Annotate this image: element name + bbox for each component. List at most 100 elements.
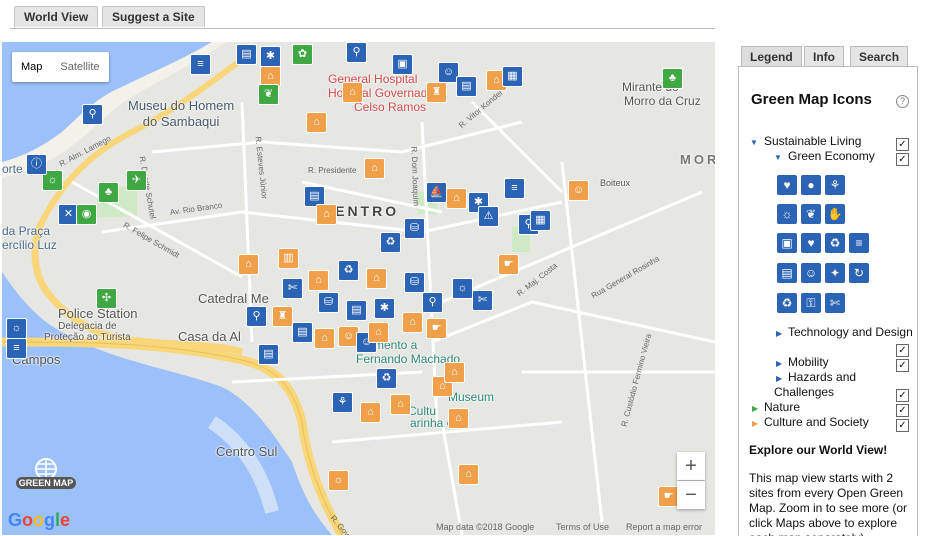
legend-item-nature[interactable]: Nature <box>764 400 800 415</box>
person-icon[interactable]: ☺ <box>801 263 821 283</box>
marker-shop-3-icon[interactable]: ⛁ <box>318 292 339 313</box>
marker-walk-icon[interactable]: ✱ <box>260 46 281 67</box>
legend-item-green-economy[interactable]: Green Economy <box>788 149 875 164</box>
checkbox-hazards[interactable]: ✓ <box>896 389 909 402</box>
collapsed-arrow-icon[interactable]: ▶ <box>752 419 758 428</box>
report-map-error-link[interactable]: Report a map error <box>626 522 702 532</box>
marker-hand-2-icon[interactable]: ☛ <box>426 318 447 339</box>
tab-info[interactable]: Info <box>804 46 844 67</box>
marker-statue-2-icon[interactable]: ♜ <box>272 306 293 327</box>
collapsed-arrow-icon[interactable]: ▶ <box>752 404 758 413</box>
tab-suggest-site[interactable]: Suggest a Site <box>102 6 205 27</box>
marker-windmill-icon[interactable]: ✣ <box>96 288 117 309</box>
legend-item-sustainable-living[interactable]: Sustainable Living <box>764 134 861 149</box>
map-type-satellite-button[interactable]: Satellite <box>51 52 108 82</box>
marker-culture-icon[interactable]: ⌂ <box>306 112 327 133</box>
tab-legend[interactable]: Legend <box>741 46 802 67</box>
document-icon[interactable]: ▤ <box>777 263 797 283</box>
recycle-icon[interactable]: ♻ <box>777 293 797 313</box>
terms-of-use-link[interactable]: Terms of Use <box>556 522 609 532</box>
marker-book-icon[interactable]: ▥ <box>278 248 299 269</box>
marker-statue-icon[interactable]: ♜ <box>426 82 447 103</box>
marker-culture-5-icon[interactable]: ⌂ <box>366 268 387 289</box>
list-icon[interactable]: ≡ <box>849 233 869 253</box>
help-icon[interactable]: ? <box>896 95 909 108</box>
marker-hazard-icon[interactable]: ⚠ <box>478 206 499 227</box>
marker-leaf-icon[interactable]: ❦ <box>258 84 279 105</box>
marker-bus-5-icon[interactable]: ▤ <box>292 322 313 343</box>
apple-icon[interactable]: ● <box>801 175 821 195</box>
marker-bike-4-icon[interactable]: ⚲ <box>422 292 443 313</box>
marker-culture-2-icon[interactable]: ⌂ <box>364 158 385 179</box>
farm-icon[interactable]: ⚘ <box>825 175 845 195</box>
checkbox-nature[interactable]: ✓ <box>896 404 909 417</box>
marker-info-icon[interactable]: ⓘ <box>26 154 47 175</box>
marker-parking-2-icon[interactable]: ▦ <box>530 210 551 231</box>
marker-recycle-3-icon[interactable]: ♻ <box>376 368 397 389</box>
fire-icon[interactable]: ✦ <box>825 263 845 283</box>
zoom-in-button[interactable]: + <box>677 452 705 480</box>
marker-recycle-icon[interactable]: ♻ <box>380 232 401 253</box>
marker-bus-icon[interactable]: ▤ <box>236 44 257 65</box>
marker-hand-3-icon[interactable]: ☛ <box>658 486 679 507</box>
checkbox-sustainable-living[interactable]: ✓ <box>896 138 909 151</box>
marker-bus-2-icon[interactable]: ▤ <box>456 76 477 97</box>
bag-icon[interactable]: ▣ <box>777 233 797 253</box>
marker-parking-icon[interactable]: ▦ <box>502 66 523 87</box>
marker-nature-icon[interactable]: ✿ <box>292 44 313 65</box>
expand-arrow-icon[interactable]: ▼ <box>750 138 758 147</box>
marker-culture-8-icon[interactable]: ⌂ <box>368 322 389 343</box>
marker-culture-3-icon[interactable]: ⌂ <box>446 188 467 209</box>
marker-museum-3-icon[interactable]: ⌂ <box>238 254 259 275</box>
marker-culture-13-icon[interactable]: ⌂ <box>448 408 469 429</box>
marker-culture-14-icon[interactable]: ⌂ <box>458 464 479 485</box>
marker-bike-icon[interactable]: ⚲ <box>346 42 367 63</box>
marker-wrench-icon[interactable]: ✄ <box>282 278 303 299</box>
marker-recycle-2-icon[interactable]: ♻ <box>338 260 359 281</box>
map-type-map-button[interactable]: Map <box>12 52 51 82</box>
marker-runner-icon[interactable]: ✈ <box>126 170 147 191</box>
marker-traffic-light-icon[interactable]: ≡ <box>190 54 211 75</box>
marker-station-icon[interactable]: ▣ <box>392 54 413 75</box>
recycle-arrows-icon[interactable]: ↻ <box>849 263 869 283</box>
key-icon[interactable]: ⚿ <box>801 293 821 313</box>
marker-sun-4-icon[interactable]: ☼ <box>328 470 349 491</box>
legend-item-mobility[interactable]: Mobility <box>788 355 829 370</box>
leaf-icon[interactable]: ❦ <box>801 204 821 224</box>
marker-pin-icon[interactable]: ⚲ <box>246 306 267 327</box>
marker-home-icon[interactable]: ⌂ <box>342 82 363 103</box>
bag-recycle-icon[interactable]: ♻ <box>825 233 845 253</box>
marker-walk-3-icon[interactable]: ✱ <box>374 298 395 319</box>
marker-sun-3-icon[interactable]: ☼ <box>6 318 27 339</box>
marker-culture-12-icon[interactable]: ⌂ <box>390 394 411 415</box>
marker-bus-6-icon[interactable]: ▤ <box>258 344 279 365</box>
marker-wind-icon[interactable]: ⚘ <box>332 392 353 413</box>
marker-eye-icon[interactable]: ◉ <box>76 204 97 225</box>
collapsed-arrow-icon[interactable]: ▶ <box>776 329 782 338</box>
sun-hand-icon[interactable]: ☼ <box>777 204 797 224</box>
wrench-icon[interactable]: ✄ <box>825 293 845 313</box>
marker-bus-4-icon[interactable]: ▤ <box>346 300 367 321</box>
hand-apple-icon[interactable]: ♥ <box>777 175 797 195</box>
tab-world-view[interactable]: World View <box>14 6 99 27</box>
tab-search[interactable]: Search <box>850 46 909 67</box>
marker-traffic-2-icon[interactable]: ≡ <box>6 338 27 359</box>
marker-culture-4-icon[interactable]: ⌂ <box>308 270 329 291</box>
collapsed-arrow-icon[interactable]: ▶ <box>776 359 782 368</box>
checkbox-green-economy[interactable]: ✓ <box>896 153 909 166</box>
marker-wrench-2-icon[interactable]: ✄ <box>472 290 493 311</box>
marker-shop-icon[interactable]: ⛁ <box>404 218 425 239</box>
legend-item-culture[interactable]: Culture and Society <box>764 415 869 430</box>
checkbox-culture[interactable]: ✓ <box>896 419 909 432</box>
marker-boat-icon[interactable]: ⛵ <box>426 182 447 203</box>
marker-sun-2-icon[interactable]: ☼ <box>452 278 473 299</box>
marker-hand-icon[interactable]: ☛ <box>498 254 519 275</box>
marker-face-icon[interactable]: ☺ <box>568 180 589 201</box>
zoom-out-button[interactable]: − <box>677 481 705 509</box>
google-logo[interactable]: Google <box>8 510 70 531</box>
checkbox-tech-design[interactable]: ✓ <box>896 344 909 357</box>
marker-culture-6-icon[interactable]: ⌂ <box>402 312 423 333</box>
marker-culture-11-icon[interactable]: ⌂ <box>360 402 381 423</box>
legend-item-tech-design-1[interactable]: Technology and Design <box>788 325 913 340</box>
checkbox-mobility[interactable]: ✓ <box>896 359 909 372</box>
